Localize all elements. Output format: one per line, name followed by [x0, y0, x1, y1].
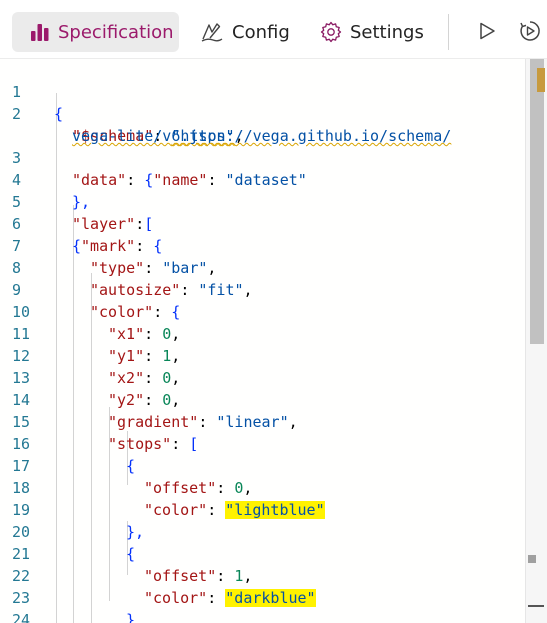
auto-run-icon	[520, 21, 540, 41]
line-number: 24	[12, 611, 31, 623]
toolbar-divider	[448, 14, 449, 50]
cursor-position-marker	[528, 605, 544, 607]
play-icon	[480, 22, 495, 40]
code-line: 16 {	[0, 411, 525, 475]
code-line: 21 "offset": 1,	[0, 521, 525, 585]
code-lines[interactable]: 1 { 2 "$schema": "https://vega.github.io…	[0, 59, 525, 623]
tab-settings[interactable]: Settings	[320, 12, 430, 52]
code-line: 20 {	[0, 499, 525, 563]
pen-signature-icon	[200, 21, 224, 43]
tab-config[interactable]: Config	[198, 12, 298, 52]
code-line: 23 }	[0, 565, 525, 623]
code-editor[interactable]: 1 { 2 "$schema": "https://vega.github.io…	[0, 58, 547, 623]
code-line: 1 {	[0, 59, 525, 123]
code-line: 11 "y1": 1,	[0, 301, 525, 365]
code-line: 3 "data": {"name": "dataset"	[0, 125, 525, 189]
scrollbar-thumb[interactable]	[530, 59, 544, 344]
tab-specification[interactable]: Specification	[12, 12, 179, 52]
bar-chart-icon	[30, 23, 50, 41]
code-line: 6 {"mark": {	[0, 191, 525, 255]
code-line: 7 "type": "bar",	[0, 213, 525, 277]
code-line: 13 "y2": 0,	[0, 345, 525, 409]
tab-label: Settings	[350, 21, 424, 43]
code-line: 19 },	[0, 477, 525, 541]
code-line: 17 "offset": 0,	[0, 433, 525, 497]
tab-label: Config	[232, 21, 290, 43]
code-line: 8 "autosize": "fit",	[0, 235, 525, 299]
code-line: 22 "color": "darkblue"	[0, 543, 525, 607]
code-line: 5 "layer":[	[0, 169, 525, 233]
code-line: 14 "gradient": "linear",	[0, 367, 525, 431]
code-line: 24 ]	[0, 587, 525, 623]
code-line: 18 "color": "lightblue"	[0, 455, 525, 519]
tab-label: Specification	[58, 21, 174, 43]
auto-run-button[interactable]	[517, 18, 543, 44]
overview-ruler-marker	[528, 555, 536, 563]
code-line: 12 "x2": 0,	[0, 323, 525, 387]
run-button[interactable]	[474, 18, 500, 44]
editor-toolbar: Specification Config Settings	[0, 0, 547, 58]
code-line: vega-lite/v6.json",	[72, 127, 244, 145]
gear-icon	[320, 21, 342, 43]
code-line: 2 "$schema": "https://vega.github.io/sch…	[0, 81, 525, 145]
code-line: 9 "color": {	[0, 257, 525, 321]
code-line: 4 },	[0, 147, 525, 211]
code-line: 15 "stops": [	[0, 389, 525, 453]
overview-ruler-marker	[537, 68, 545, 92]
vertical-scrollbar[interactable]	[525, 59, 547, 623]
code-line: 10 "x1": 0,	[0, 279, 525, 343]
